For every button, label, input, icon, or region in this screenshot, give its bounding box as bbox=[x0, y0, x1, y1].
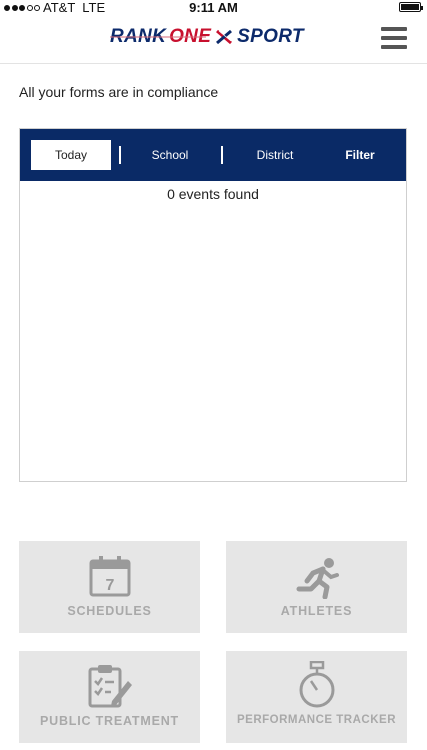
athletes-tile[interactable]: ATHLETES bbox=[226, 541, 407, 633]
logo-tagline-line bbox=[110, 36, 206, 38]
public-treatment-label: PUBLIC TREATMENT bbox=[40, 714, 179, 728]
hamburger-menu-icon[interactable] bbox=[381, 27, 407, 49]
logo-sport-text: SPORT bbox=[237, 26, 304, 47]
tab-school[interactable]: School bbox=[135, 140, 205, 170]
tab-divider bbox=[221, 146, 223, 164]
status-bar: AT&T LTE 9:11 AM bbox=[0, 0, 427, 16]
schedules-label: SCHEDULES bbox=[67, 604, 152, 618]
tab-district[interactable]: District bbox=[240, 140, 310, 170]
status-time: 9:11 AM bbox=[189, 0, 238, 15]
clipboard-icon bbox=[88, 665, 132, 708]
battery-icon bbox=[399, 2, 423, 12]
public-treatment-tile[interactable]: PUBLIC TREATMENT bbox=[19, 651, 200, 743]
tab-today[interactable]: Today bbox=[31, 140, 111, 170]
running-person-icon bbox=[296, 558, 339, 599]
rank-one-sport-logo[interactable]: RANK ONE SPORT bbox=[110, 26, 320, 56]
stopwatch-icon bbox=[299, 661, 334, 708]
compliance-message: All your forms are in compliance bbox=[19, 84, 219, 100]
calendar-day-number: 7 bbox=[105, 577, 114, 594]
app-header: RANK ONE SPORT bbox=[0, 16, 427, 64]
tab-divider bbox=[119, 146, 121, 164]
performance-tracker-label: PERFORMANCE TRACKER bbox=[237, 714, 396, 726]
events-tab-bar: Today School District Filter bbox=[20, 129, 406, 181]
logo-x-mark-icon bbox=[216, 29, 233, 45]
filter-button[interactable]: Filter bbox=[330, 140, 390, 170]
performance-tracker-tile[interactable]: PERFORMANCE TRACKER bbox=[226, 651, 407, 743]
schedules-tile[interactable]: 7 SCHEDULES bbox=[19, 541, 200, 633]
events-panel: Today School District Filter 0 events fo… bbox=[19, 128, 407, 482]
athletes-label: ATHLETES bbox=[280, 604, 353, 618]
calendar-icon: 7 bbox=[89, 556, 130, 597]
events-empty-message: 0 events found bbox=[167, 186, 259, 202]
